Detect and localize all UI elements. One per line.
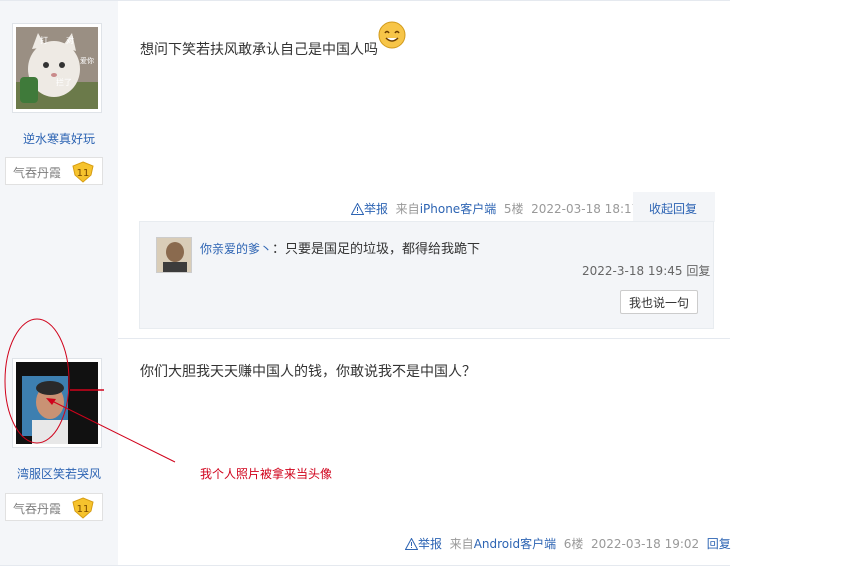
avatar[interactable]: 打 对 爱你 拦了 (12, 23, 102, 113)
avatar[interactable] (12, 358, 102, 448)
reply-time: 2022-3-18 19:45 (582, 264, 683, 278)
svg-text:打: 打 (40, 35, 48, 45)
level-shield-icon: 11 (72, 161, 94, 183)
warning-icon (405, 538, 418, 550)
svg-text:拦了: 拦了 (56, 77, 72, 87)
author-panel: 打 对 爱你 拦了 逆水寒真好玩 气吞丹霞 11 (0, 1, 118, 338)
level-badge[interactable]: 气吞丹霞 11 (5, 493, 103, 521)
floor-number: 6楼 (563, 537, 584, 551)
reply-button[interactable]: 回复 (707, 537, 731, 551)
post-floor-5: 打 对 爱你 拦了 逆水寒真好玩 气吞丹霞 11 想问下笑若扶风敢承认自己是中国… (0, 0, 730, 339)
collapse-replies-label: 收起回复 (649, 202, 698, 216)
badge-title: 气吞丹霞 (13, 166, 62, 180)
post-floor-6: 湾服区笑若哭风 气吞丹霞 11 你们大胆我天天赚中国人的钱，你敢说我不是中国人？… (0, 338, 731, 566)
smile-emoji-icon (378, 21, 406, 49)
reply-text: 你亲爱的爹丶：只要是国足的垃圾，都得给我跪下 (200, 238, 480, 257)
reply-avatar[interactable] (156, 237, 192, 273)
cat-avatar-image: 打 对 爱你 拦了 (16, 27, 98, 109)
collapse-replies-button[interactable]: 收起回复 (633, 192, 715, 222)
svg-text:爱你: 爱你 (80, 56, 94, 65)
warning-icon (351, 203, 364, 215)
svg-text:对: 对 (66, 35, 74, 45)
post-meta: 举报 来自Android客户端 6楼 2022-03-18 19:02 回复 (405, 535, 731, 552)
svg-text:11: 11 (77, 504, 90, 515)
reply-content: ：只要是国足的垃圾，都得给我跪下 (272, 242, 481, 257)
post-time: 2022-03-18 19:02 (591, 537, 700, 551)
reply-link[interactable]: 回复 (686, 264, 710, 278)
post-meta: 举报 来自iPhone客户端 5楼 2022-03-18 18:17 (351, 200, 639, 217)
badge-title: 气吞丹霞 (13, 502, 62, 516)
reply-panel: 你亲爱的爹丶：只要是国足的垃圾，都得给我跪下 2022-3-18 19:45 回… (139, 221, 714, 329)
username[interactable]: 湾服区笑若哭风 (0, 465, 118, 482)
floor-number: 5楼 (503, 202, 524, 216)
report-link[interactable]: 举报 (351, 202, 392, 216)
source-label: 来自 (449, 537, 474, 551)
reply-meta: 2022-3-18 19:45 回复 (582, 262, 710, 279)
reply-username[interactable]: 你亲爱的爹丶 (200, 242, 272, 256)
post-text: 想问下笑若扶风敢承认自己是中国人吗 (140, 42, 378, 58)
post-content: 想问下笑若扶风敢承认自己是中国人吗 (140, 21, 406, 59)
level-badge[interactable]: 气吞丹霞 11 (5, 157, 103, 185)
annotation-text: 我个人照片被拿来当头像 (200, 467, 333, 481)
svg-text:11: 11 (77, 168, 90, 179)
report-label: 举报 (418, 537, 443, 551)
add-comment-button[interactable]: 我也说一句 (620, 290, 698, 314)
client-link[interactable]: iPhone客户端 (420, 202, 497, 216)
client-link[interactable]: Android客户端 (474, 537, 556, 551)
report-link[interactable]: 举报 (405, 537, 446, 551)
source-label: 来自 (395, 202, 420, 216)
report-label: 举报 (364, 202, 389, 216)
author-panel: 湾服区笑若哭风 气吞丹霞 11 (0, 338, 118, 565)
post-content: 你们大胆我天天赚中国人的钱，你敢说我不是中国人？ (140, 364, 476, 380)
username[interactable]: 逆水寒真好玩 (0, 130, 118, 147)
photo-avatar-image (16, 362, 98, 444)
level-shield-icon: 11 (72, 497, 94, 519)
post-time: 2022-03-18 18:17 (531, 202, 640, 216)
